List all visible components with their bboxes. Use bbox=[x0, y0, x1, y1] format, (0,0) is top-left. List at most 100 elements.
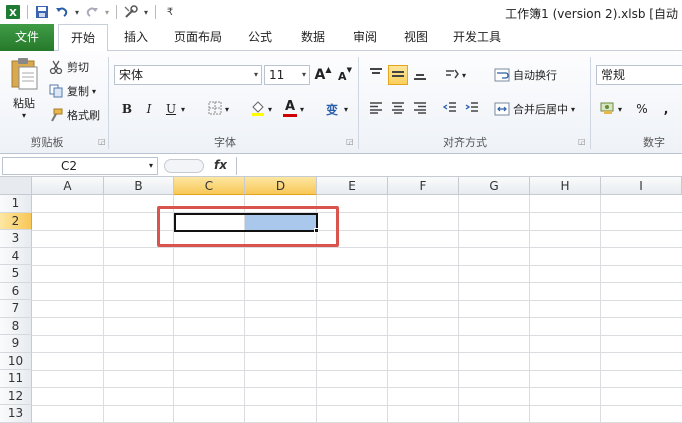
row-header-7[interactable]: 7 bbox=[0, 300, 32, 318]
redo-icon[interactable] bbox=[83, 3, 101, 21]
name-box-dropdown-icon[interactable]: ▾ bbox=[149, 158, 153, 174]
row-header-4[interactable]: 4 bbox=[0, 247, 32, 265]
insert-function-button[interactable]: fx bbox=[214, 158, 227, 172]
underline-button[interactable]: U bbox=[161, 99, 181, 119]
orientation-button[interactable] bbox=[442, 65, 462, 85]
redo-dropdown-icon[interactable]: ▾ bbox=[103, 3, 111, 21]
align-middle-button[interactable] bbox=[388, 65, 408, 85]
paste-button[interactable]: 粘贴 ▾ bbox=[6, 57, 42, 123]
accounting-format-button[interactable] bbox=[598, 99, 618, 119]
fill-color-button[interactable] bbox=[248, 99, 268, 119]
row-header-6[interactable]: 6 bbox=[0, 282, 32, 300]
font-color-dropdown-icon[interactable]: ▾ bbox=[300, 105, 304, 114]
orientation-dropdown-icon[interactable]: ▾ bbox=[462, 71, 466, 80]
align-middle-icon bbox=[391, 68, 405, 83]
comma-label: , bbox=[663, 102, 669, 116]
align-center-button[interactable] bbox=[388, 99, 408, 119]
comma-button[interactable]: , bbox=[656, 99, 676, 119]
row-header-11[interactable]: 11 bbox=[0, 370, 32, 388]
copy-dropdown-icon[interactable]: ▾ bbox=[92, 87, 96, 96]
alignment-launcher-icon[interactable]: ◲ bbox=[578, 137, 586, 146]
column-header-c[interactable]: C bbox=[174, 177, 245, 195]
number-group-label: 数字 bbox=[643, 136, 665, 149]
increase-indent-button[interactable] bbox=[462, 99, 482, 119]
font-color-button[interactable]: A bbox=[280, 98, 300, 118]
fill-color-dropdown-icon[interactable]: ▾ bbox=[268, 105, 272, 114]
gridline bbox=[32, 264, 682, 266]
row-header-8[interactable]: 8 bbox=[0, 317, 32, 335]
save-icon[interactable] bbox=[33, 3, 51, 21]
copy-button[interactable]: 复制 ▾ bbox=[48, 83, 96, 99]
font-launcher-icon[interactable]: ◲ bbox=[346, 137, 354, 146]
customize-qat-icon[interactable]: ₹ bbox=[161, 3, 179, 21]
underline-dropdown-icon[interactable]: ▾ bbox=[181, 105, 185, 114]
borders-button[interactable] bbox=[205, 99, 225, 119]
row-header-5[interactable]: 5 bbox=[0, 265, 32, 283]
font-size-dropdown-icon[interactable]: ▾ bbox=[302, 66, 306, 84]
tab-page-layout[interactable]: 页面布局 bbox=[168, 24, 228, 51]
name-box[interactable]: C2 ▾ bbox=[2, 157, 158, 175]
tab-file[interactable]: 文件 bbox=[0, 24, 54, 51]
column-header-g[interactable]: G bbox=[459, 177, 530, 195]
spreadsheet-grid[interactable]: A B C D E F G H I 1 2 3 4 5 6 7 8 9 10 1… bbox=[0, 177, 682, 423]
borders-icon bbox=[208, 101, 222, 118]
tab-view[interactable]: 视图 bbox=[396, 24, 436, 51]
row-header-1[interactable]: 1 bbox=[0, 195, 32, 213]
number-format-combo[interactable]: 常规 bbox=[596, 65, 682, 85]
column-header-f[interactable]: F bbox=[388, 177, 459, 195]
tab-formulas[interactable]: 公式 bbox=[240, 24, 280, 51]
row-header-2[interactable]: 2 bbox=[0, 212, 32, 230]
column-header-e[interactable]: E bbox=[317, 177, 388, 195]
formula-bar: C2 ▾ fx bbox=[0, 155, 682, 177]
tab-data[interactable]: 数据 bbox=[293, 24, 333, 51]
grow-font-button[interactable]: A ▲ bbox=[313, 65, 333, 85]
row-header-9[interactable]: 9 bbox=[0, 335, 32, 353]
paste-icon bbox=[9, 57, 39, 91]
tab-insert[interactable]: 插入 bbox=[118, 24, 154, 51]
tab-developer[interactable]: 开发工具 bbox=[447, 24, 507, 51]
excel-icon[interactable]: X bbox=[4, 3, 22, 21]
paste-dropdown-icon[interactable]: ▾ bbox=[22, 111, 26, 120]
shrink-font-button[interactable]: A ▼ bbox=[335, 66, 355, 86]
format-painter-button[interactable]: 格式刷 bbox=[48, 107, 100, 123]
row-header-10[interactable]: 10 bbox=[0, 352, 32, 370]
formula-input[interactable] bbox=[236, 157, 682, 175]
column-header-a[interactable]: A bbox=[32, 177, 104, 195]
phonetic-button[interactable]: 变 bbox=[322, 99, 342, 119]
font-name-dropdown-icon[interactable]: ▾ bbox=[254, 66, 258, 84]
cut-button[interactable]: 剪切 bbox=[48, 59, 89, 75]
bold-button[interactable]: B bbox=[117, 99, 137, 119]
phonetic-dropdown-icon[interactable]: ▾ bbox=[344, 105, 348, 114]
align-right-button[interactable] bbox=[410, 99, 430, 119]
tab-home[interactable]: 开始 bbox=[58, 24, 108, 52]
select-all-button[interactable] bbox=[0, 177, 32, 195]
align-top-button[interactable] bbox=[366, 65, 386, 85]
font-color-icon: A bbox=[284, 98, 296, 114]
tools-icon[interactable] bbox=[122, 3, 140, 21]
column-header-i[interactable]: I bbox=[601, 177, 682, 195]
accounting-dropdown-icon[interactable]: ▾ bbox=[618, 105, 622, 114]
row-header-13[interactable]: 13 bbox=[0, 405, 32, 423]
merge-center-button[interactable]: 合并后居中 ▾ bbox=[494, 101, 575, 117]
align-bottom-button[interactable] bbox=[410, 65, 430, 85]
percent-button[interactable]: % bbox=[632, 99, 652, 119]
merge-center-dropdown-icon[interactable]: ▾ bbox=[571, 105, 575, 114]
decrease-indent-button[interactable] bbox=[440, 99, 460, 119]
row-header-12[interactable]: 12 bbox=[0, 387, 32, 405]
clipboard-launcher-icon[interactable]: ◲ bbox=[98, 137, 106, 146]
italic-button[interactable]: I bbox=[139, 99, 159, 119]
column-header-d[interactable]: D bbox=[245, 177, 317, 195]
formula-bar-resize-handle[interactable] bbox=[164, 159, 204, 173]
font-size-combo[interactable]: 11 ▾ bbox=[264, 65, 310, 85]
row-header-3[interactable]: 3 bbox=[0, 230, 32, 248]
column-header-b[interactable]: B bbox=[104, 177, 174, 195]
borders-dropdown-icon[interactable]: ▾ bbox=[225, 105, 229, 114]
wrap-text-button[interactable]: 自动换行 bbox=[494, 67, 557, 83]
tools-dropdown-icon[interactable]: ▾ bbox=[142, 3, 150, 21]
column-header-h[interactable]: H bbox=[530, 177, 601, 195]
tab-review[interactable]: 审阅 bbox=[345, 24, 385, 51]
font-name-combo[interactable]: 宋体 ▾ bbox=[114, 65, 262, 85]
undo-icon[interactable] bbox=[53, 3, 71, 21]
undo-dropdown-icon[interactable]: ▾ bbox=[73, 3, 81, 21]
align-left-button[interactable] bbox=[366, 99, 386, 119]
